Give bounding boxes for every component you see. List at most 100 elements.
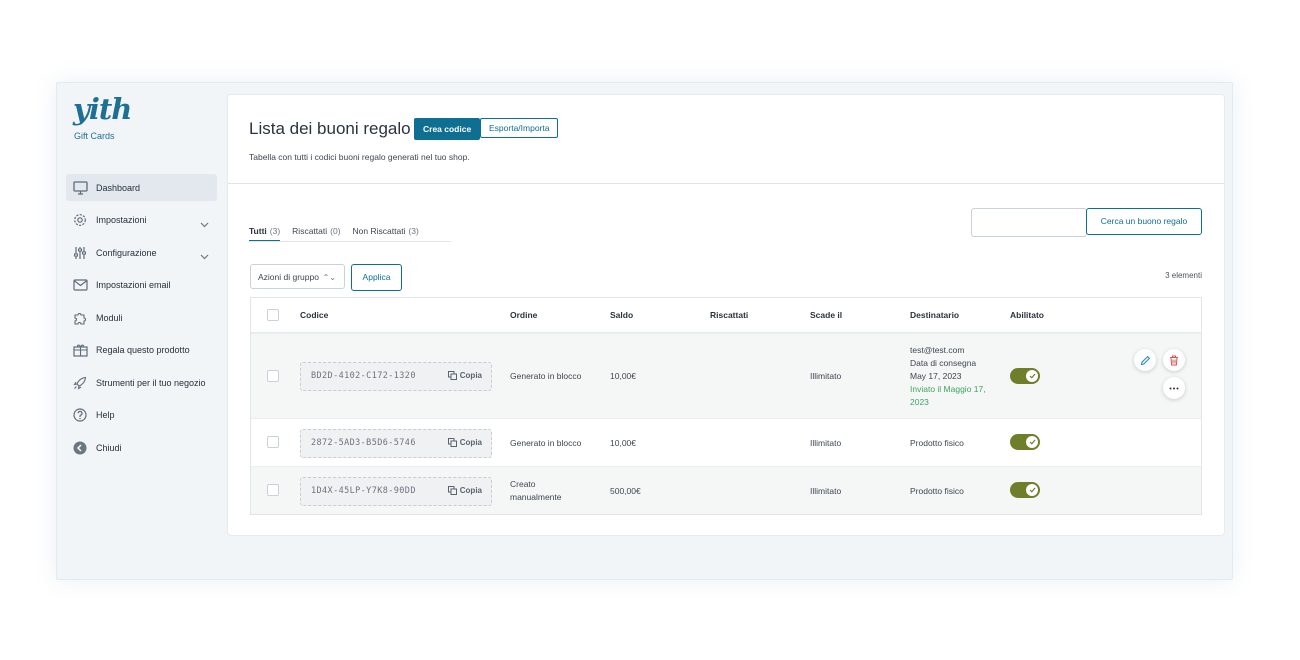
filter-tabs: Tutti (3) Riscattati (0) Non Riscattati (3) [249,226,419,242]
copy-icon [447,438,457,447]
copy-label: Copia [459,371,482,380]
copy-button[interactable]: Copia [447,371,482,380]
copy-button[interactable]: Copia [447,486,482,495]
sidebar-item-regala[interactable]: Regala questo prodotto [66,337,217,364]
check-icon [1029,487,1035,493]
toggle-knob [1026,484,1038,496]
recipient-cell: Prodotto fisico [910,438,964,448]
tab-tutti[interactable]: Tutti (3) [249,226,281,242]
pencil-icon [1140,355,1150,365]
app-frame: yith Gift Cards Dashboard Impostazioni C… [56,82,1233,580]
code-box: BD2D-4102-C172-1320 Copia [300,362,492,391]
table-header: Codice Ordine Saldo Riscattati Scade il … [251,298,1201,333]
header-divider [228,183,1224,184]
brand-subtitle: Gift Cards [74,131,115,141]
column-header-expires: Scade il [810,310,843,320]
sidebar-item-configurazione[interactable]: Configurazione [66,239,217,266]
sidebar-item-dashboard[interactable]: Dashboard [66,174,217,201]
gift-icon [72,342,88,358]
gear-icon [72,212,88,228]
check-icon [1029,439,1035,445]
tab-count: (3) [408,226,419,236]
items-count: 3 elementi [1165,271,1202,280]
tab-non-riscattati[interactable]: Non Riscattati (3) [353,226,419,242]
tab-label: Riscattati [292,226,328,236]
select-all-checkbox[interactable] [267,309,279,321]
column-header-order: Ordine [510,310,538,320]
enabled-toggle[interactable] [1010,482,1040,498]
puzzle-icon [72,310,88,326]
rocket-icon [72,375,88,391]
tabs-underline [249,241,451,242]
row-checkbox[interactable] [267,436,279,448]
apply-button[interactable]: Applica [351,264,402,291]
arrow-left-circle-icon [72,440,88,456]
sidebar-item-label: Configurazione [96,247,157,258]
tab-count: (0) [330,226,341,236]
page-subtitle: Tabella con tutti i codici buoni regalo … [249,152,470,162]
enabled-toggle[interactable] [1010,368,1040,384]
copy-button[interactable]: Copia [447,438,482,447]
sidebar-item-label: Impostazioni email [96,280,171,290]
toggle-knob [1026,436,1038,448]
sidebar-item-label: Moduli [96,312,123,323]
sidebar-item-label: Strumenti per il tuo negozio [96,377,206,388]
recipient-email: test@test.com [910,345,965,355]
delivery-date: May 17, 2023 [910,371,962,381]
tab-riscattati[interactable]: Riscattati (0) [292,226,340,242]
tab-count: (3) [269,226,281,236]
copy-icon [447,371,457,380]
export-import-button[interactable]: Esporta/Importa [480,118,559,138]
sidebar-item-label: Help [96,410,115,420]
trash-icon [1170,355,1178,365]
bulk-actions-select[interactable]: Azioni di gruppo ⌃⌄ [250,264,345,289]
row-checkbox[interactable] [267,370,279,382]
code-box: 1D4X-45LP-Y7K8-90DD Copia [300,477,492,506]
sidebar-item-impostazioni-email[interactable]: Impostazioni email [66,272,217,299]
order-cell: Creato manualmente [510,479,562,502]
monitor-icon [72,180,88,196]
edit-button[interactable] [1134,349,1156,371]
sidebar-nav: Dashboard Impostazioni Configurazione Im… [66,174,217,467]
order-cell: Generato in blocco [510,371,582,381]
page-title: Lista dei buoni regalo [249,119,411,138]
delivery-label: Data di consegna [910,358,977,368]
more-actions-button[interactable] [1163,377,1185,399]
recipient-cell: test@test.com Data di consegna May 17, 2… [910,344,990,409]
sidebar-item-chiudi[interactable]: Chiudi [66,434,217,461]
tab-label: Non Riscattati [352,226,406,236]
sidebar-item-moduli[interactable]: Moduli [66,304,217,331]
column-header-code: Codice [300,310,329,320]
gift-cards-table: Codice Ordine Saldo Riscattati Scade il … [250,297,1202,515]
toggle-knob [1026,370,1038,382]
copy-icon [447,486,457,495]
brand-logo: yith Gift Cards [73,92,132,141]
select-arrows-icon: ⌃⌄ [322,273,336,282]
delete-button[interactable] [1163,349,1185,371]
sidebar-item-help[interactable]: Help [66,402,217,429]
search-button[interactable]: Cerca un buono regalo [1086,208,1202,235]
main-card: Lista dei buoni regalo Crea codice Espor… [227,94,1225,536]
sidebar-item-impostazioni[interactable]: Impostazioni [66,207,217,234]
ellipsis-icon [1169,387,1179,389]
column-header-recipient: Destinatario [910,310,960,320]
order-cell: Generato in blocco [510,438,582,448]
table-row: 2872-5AD3-B5D6-5746 Copia Generato in bl… [251,418,1201,466]
search-input[interactable] [971,208,1087,237]
bulk-actions-label: Azioni di gruppo [258,272,319,282]
gift-card-code: 1D4X-45LP-Y7K8-90DD [311,486,416,496]
envelope-icon [72,277,88,293]
chevron-down-icon [200,215,209,233]
sidebar-item-label: Regala questo prodotto [96,345,190,355]
sent-status: Inviato il Maggio 17, 2023 [910,384,986,407]
column-header-redeemed: Riscattati [710,310,749,320]
create-code-button[interactable]: Crea codice [414,118,481,140]
code-box: 2872-5AD3-B5D6-5746 Copia [300,429,492,458]
check-icon [1029,373,1035,379]
sidebar-item-label: Chiudi [96,442,122,453]
sidebar-item-strumenti[interactable]: Strumenti per il tuo negozio [66,369,217,396]
enabled-toggle[interactable] [1010,434,1040,450]
yith-logo: yith [73,92,132,126]
gift-card-code: 2872-5AD3-B5D6-5746 [311,438,416,448]
row-checkbox[interactable] [267,484,279,496]
